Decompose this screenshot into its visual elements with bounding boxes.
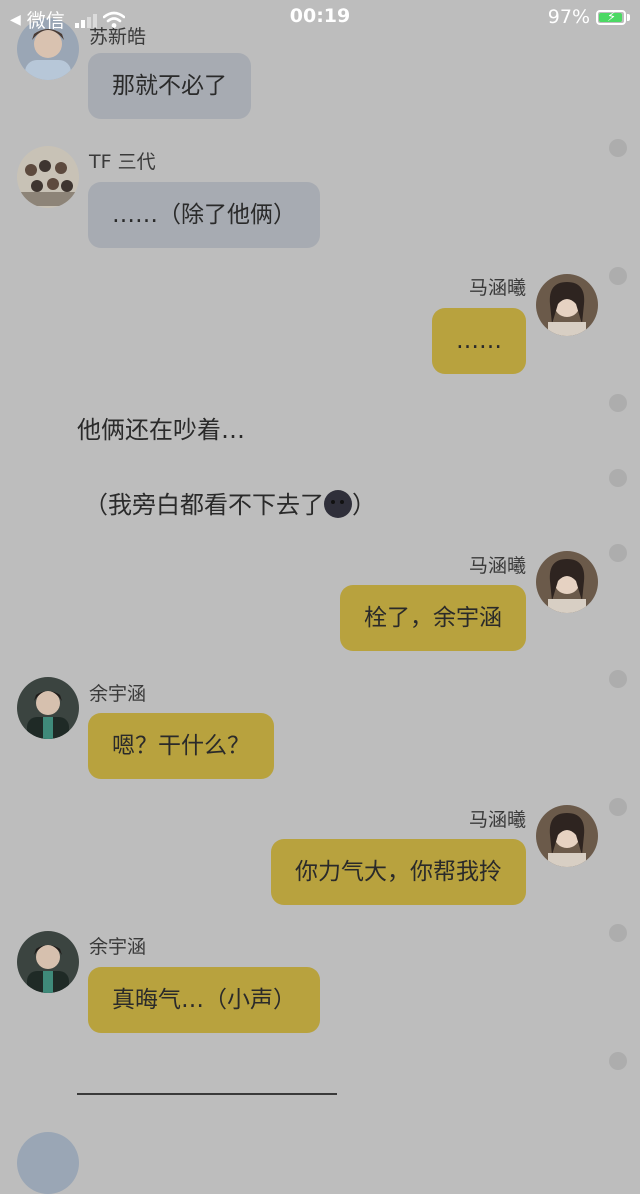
narration-line: （我旁白都看不下去了 ） xyxy=(84,485,376,520)
select-checkbox[interactable] xyxy=(609,267,627,285)
select-checkbox[interactable] xyxy=(609,924,627,942)
avatar[interactable] xyxy=(536,551,598,613)
sender-name: 马涵曦 xyxy=(468,277,526,299)
status-bar: ◀ 微信 00:19 97% ⚡ xyxy=(0,0,640,34)
narration-text: ） xyxy=(352,491,376,519)
sender-name: TF 三代 xyxy=(89,151,156,173)
message-bubble[interactable]: 那就不必了 xyxy=(88,53,251,119)
battery-icon: ⚡ xyxy=(596,9,626,25)
select-checkbox[interactable] xyxy=(609,469,627,487)
section-divider xyxy=(77,1093,337,1095)
message-bubble[interactable]: 真晦气…（小声） xyxy=(88,967,320,1033)
sender-name: 余宇涵 xyxy=(89,683,147,705)
avatar[interactable] xyxy=(17,146,79,208)
message-bubble[interactable]: 你力气大，你帮我拎 xyxy=(271,839,526,905)
message-bubble[interactable]: …… xyxy=(432,308,526,374)
avatar[interactable] xyxy=(17,931,79,993)
avatar[interactable] xyxy=(17,1132,79,1194)
battery-percent: 97% xyxy=(547,6,590,28)
clock: 00:19 xyxy=(289,5,351,27)
sender-name: 马涵曦 xyxy=(468,555,526,577)
message-bubble[interactable]: 嗯？干什么？ xyxy=(88,713,274,779)
select-checkbox[interactable] xyxy=(609,798,627,816)
select-checkbox[interactable] xyxy=(609,139,627,157)
narration-text: （我旁白都看不下去了 xyxy=(84,491,324,519)
select-checkbox[interactable] xyxy=(609,544,627,562)
narration-line: 他俩还在吵着… xyxy=(77,416,245,444)
avatar[interactable] xyxy=(536,274,598,336)
select-checkbox[interactable] xyxy=(609,670,627,688)
select-checkbox[interactable] xyxy=(609,394,627,412)
new-moon-face-icon xyxy=(324,490,352,518)
select-checkbox[interactable] xyxy=(609,1052,627,1070)
sender-name: 马涵曦 xyxy=(468,809,526,831)
message-bubble[interactable]: ……（除了他俩） xyxy=(88,182,320,248)
avatar[interactable] xyxy=(536,805,598,867)
avatar[interactable] xyxy=(17,677,79,739)
sender-name: 余宇涵 xyxy=(89,936,147,958)
message-bubble[interactable]: 栓了，余宇涵 xyxy=(340,585,526,651)
